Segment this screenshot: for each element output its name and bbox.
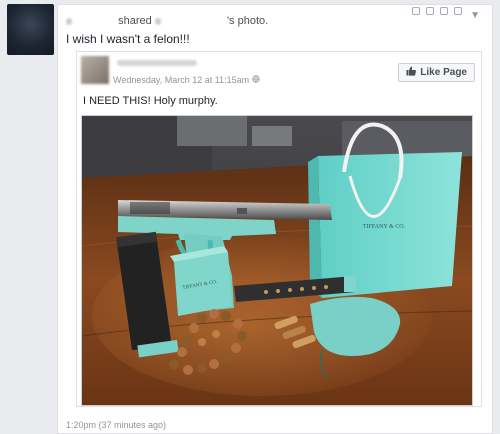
shared-page-avatar[interactable] bbox=[81, 56, 109, 84]
shared-caption: I NEED THIS! Holy murphy. bbox=[83, 95, 218, 107]
redacted-name bbox=[154, 17, 161, 25]
save-icon[interactable] bbox=[440, 7, 448, 15]
like-page-label: Like Page bbox=[420, 67, 467, 78]
post-controls bbox=[412, 7, 462, 15]
timestamp-text: Wednesday, March 12 at 11:15am bbox=[113, 75, 250, 85]
poster-avatar[interactable] bbox=[7, 4, 54, 55]
shared-timestamp[interactable]: Wednesday, March 12 at 11:15am bbox=[113, 75, 260, 85]
settings-icon[interactable] bbox=[412, 7, 420, 15]
thumbs-up-icon bbox=[406, 66, 417, 79]
post-status-text: I wish I wasn't a felon!!! bbox=[66, 32, 190, 46]
redacted-page-name[interactable] bbox=[117, 60, 197, 66]
share-icon[interactable] bbox=[454, 7, 462, 15]
post-header: shared 's photo. bbox=[66, 15, 268, 27]
header-verb: shared bbox=[118, 15, 152, 27]
chevron-down-icon[interactable]: ▼ bbox=[470, 10, 480, 21]
tiffany-box-illustration bbox=[170, 246, 232, 316]
globe-icon bbox=[252, 75, 260, 85]
bag-brand-text: TIFFANY & CO. bbox=[363, 224, 406, 230]
header-suffix: 's photo. bbox=[226, 15, 269, 27]
shared-photo[interactable]: TIFFANY & CO. TIFFANY & CO. bbox=[81, 115, 473, 406]
like-page-button[interactable]: Like Page bbox=[398, 63, 475, 82]
redacted-gap bbox=[75, 18, 115, 25]
shared-post: Wednesday, March 12 at 11:15am Like Page… bbox=[76, 51, 482, 407]
redacted-name bbox=[66, 17, 72, 25]
post-time[interactable]: 1:20pm (37 minutes ago) bbox=[66, 420, 166, 430]
post-card: shared 's photo. ▼ I wish I wasn't a fel… bbox=[57, 4, 493, 434]
redacted-gap bbox=[164, 18, 224, 25]
people-icon[interactable] bbox=[426, 7, 434, 15]
post-footer: 1:20pm (37 minutes ago) bbox=[66, 420, 166, 430]
